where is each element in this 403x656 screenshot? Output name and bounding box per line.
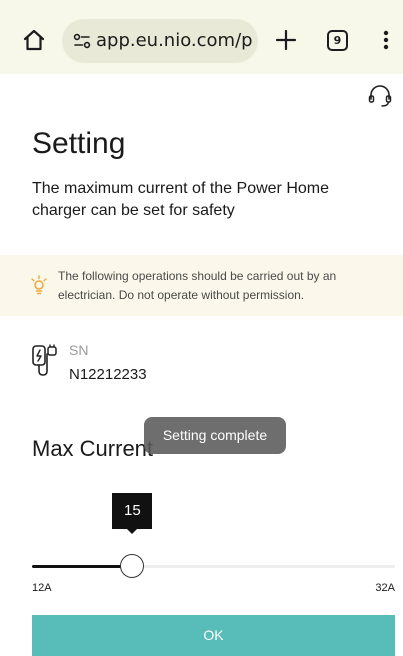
slider-track[interactable] bbox=[32, 565, 395, 568]
slider-thumb[interactable] bbox=[120, 554, 145, 578]
headset-icon[interactable] bbox=[366, 82, 394, 110]
browser-toolbar: app.eu.nio.com/p 9 bbox=[0, 0, 403, 74]
home-icon[interactable] bbox=[22, 28, 46, 52]
url-text[interactable]: app.eu.nio.com/p bbox=[96, 29, 253, 53]
more-menu-icon[interactable] bbox=[380, 28, 392, 52]
toast-message: Setting complete bbox=[144, 417, 286, 454]
address-bar[interactable]: app.eu.nio.com/p bbox=[62, 19, 258, 63]
slider-max-label: 32A bbox=[375, 582, 395, 594]
new-tab-icon[interactable] bbox=[272, 26, 300, 54]
sn-label: SN bbox=[69, 342, 89, 358]
tab-switcher-button[interactable]: 9 bbox=[327, 30, 348, 51]
slider-fill bbox=[32, 565, 133, 568]
page: app.eu.nio.com/p 9 Setting The maximum c… bbox=[0, 0, 403, 656]
site-settings-icon[interactable] bbox=[72, 31, 92, 51]
slider-min-label: 12A bbox=[32, 582, 52, 594]
charger-icon bbox=[32, 344, 57, 376]
lightbulb-icon bbox=[31, 275, 47, 295]
sn-value: N12212233 bbox=[69, 366, 147, 383]
page-description: The maximum current of the Power Home ch… bbox=[32, 180, 329, 219]
warning-text: The following operations should be carri… bbox=[58, 269, 337, 302]
warning-banner: The following operations should be carri… bbox=[0, 255, 403, 316]
max-current-title: Max Current bbox=[32, 436, 154, 461]
slider-value-tooltip: 15 bbox=[112, 493, 153, 534]
page-title: Setting bbox=[32, 127, 126, 160]
ok-button[interactable]: OK bbox=[32, 615, 395, 656]
